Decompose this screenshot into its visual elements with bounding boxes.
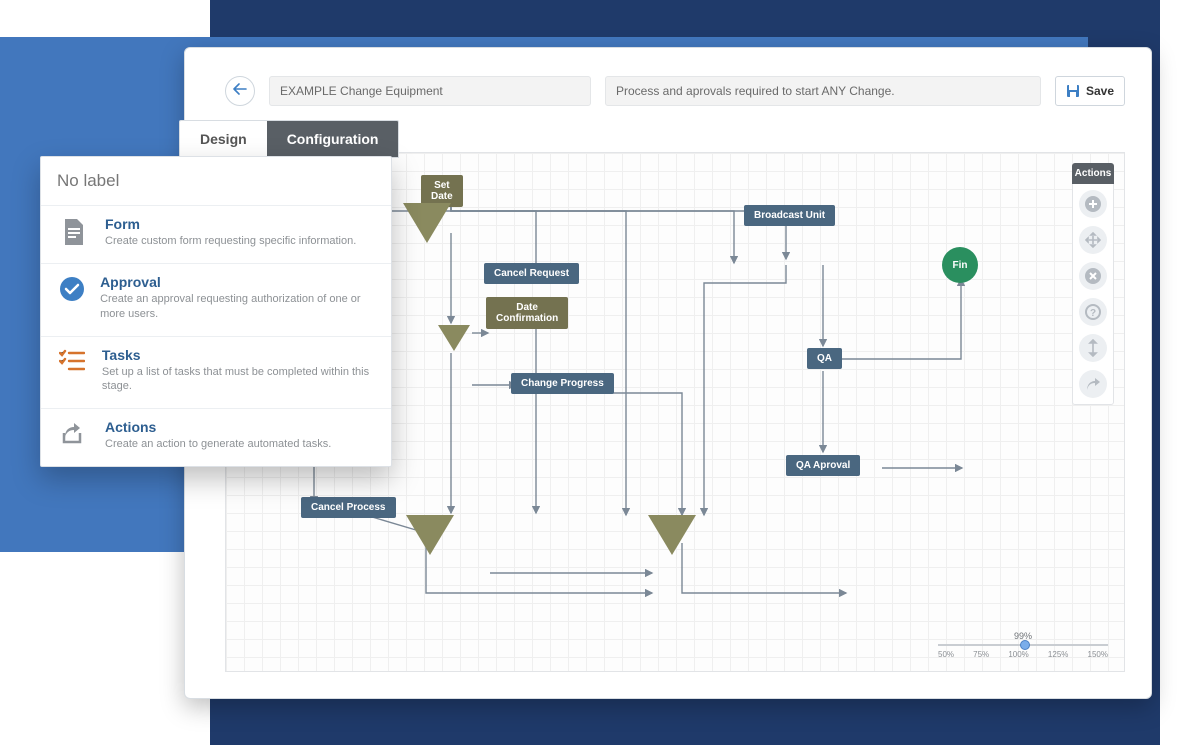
actions-panel-body: ? [1072, 184, 1114, 405]
svg-text:?: ? [1090, 308, 1096, 319]
action-resize-button[interactable] [1079, 334, 1107, 362]
popup-item-desc: Create an action to generate automated t… [105, 437, 331, 452]
zoom-label-75: 75% [973, 650, 989, 659]
popup-item-desc: Set up a list of tasks that must be comp… [102, 365, 375, 395]
configuration-popup: No label Form Create custom form request… [40, 156, 392, 467]
zoom-labels: 50% 75% 100% 125% 150% [938, 650, 1108, 659]
actions-panel-header: Actions [1072, 163, 1114, 184]
node-fin[interactable]: Fin [942, 247, 978, 283]
popup-item-title: Approval [100, 274, 375, 290]
question-icon: ? [1085, 304, 1101, 320]
popup-item-desc: Create an approval requesting authorizat… [100, 292, 375, 322]
tab-bar: Design Configuration [179, 120, 399, 158]
node-cancel-process[interactable]: Cancel Process [301, 497, 396, 518]
action-delete-button[interactable] [1079, 262, 1107, 290]
gateway-2[interactable] [438, 325, 470, 351]
action-move-button[interactable] [1079, 226, 1107, 254]
back-arrow-icon [233, 82, 247, 100]
toolbar: Save [225, 76, 1125, 106]
popup-item-form[interactable]: Form Create custom form requesting speci… [41, 205, 391, 263]
zoom-control[interactable]: 99% 50% 75% 100% 125% 150% [938, 631, 1108, 659]
action-share-button[interactable] [1079, 370, 1107, 398]
zoom-label-100: 100% [1008, 650, 1028, 659]
plus-circle-icon [1084, 195, 1102, 213]
node-broadcast-unit[interactable]: Broadcast Unit [744, 205, 835, 226]
popup-item-title: Tasks [102, 347, 375, 363]
zoom-label-125: 125% [1048, 650, 1068, 659]
zoom-track[interactable] [938, 644, 1108, 646]
zoom-label-150: 150% [1088, 650, 1108, 659]
redo-arrow-icon [1085, 377, 1101, 391]
document-icon [57, 216, 91, 249]
node-change-progress[interactable]: Change Progress [511, 373, 614, 394]
check-circle-icon [57, 274, 86, 322]
node-qa[interactable]: QA [807, 348, 842, 369]
popup-item-approval[interactable]: Approval Create an approval requesting a… [41, 263, 391, 336]
popup-item-tasks[interactable]: Tasks Set up a list of tasks that must b… [41, 336, 391, 409]
back-button[interactable] [225, 76, 255, 106]
node-cancel-request[interactable]: Cancel Request [484, 263, 579, 284]
move-icon [1085, 232, 1101, 248]
popup-item-title: Actions [105, 419, 331, 435]
x-circle-icon [1084, 267, 1102, 285]
node-date-confirmation[interactable]: Date Confirmation [486, 297, 568, 329]
save-icon [1066, 84, 1080, 98]
process-description-input[interactable] [605, 76, 1041, 106]
task-list-icon [57, 347, 88, 395]
actions-panel: Actions ? [1072, 163, 1114, 405]
process-title-input[interactable] [269, 76, 591, 106]
node-qa-aproval[interactable]: QA Aproval [786, 455, 860, 476]
save-button[interactable]: Save [1055, 76, 1125, 106]
popup-item-title: Form [105, 216, 356, 232]
gateway-3[interactable] [406, 515, 454, 555]
share-icon [57, 419, 91, 452]
save-label: Save [1086, 84, 1114, 98]
popup-item-actions[interactable]: Actions Create an action to generate aut… [41, 408, 391, 466]
tab-design[interactable]: Design [180, 121, 267, 157]
action-help-button[interactable]: ? [1079, 298, 1107, 326]
popup-title: No label [41, 157, 391, 205]
popup-item-desc: Create custom form requesting specific i… [105, 234, 356, 249]
resize-vertical-icon [1087, 339, 1099, 357]
action-add-button[interactable] [1079, 190, 1107, 218]
bg-shape-white [0, 552, 192, 745]
gateway-4[interactable] [648, 515, 696, 555]
zoom-thumb[interactable] [1020, 640, 1030, 650]
zoom-label-50: 50% [938, 650, 954, 659]
tab-configuration[interactable]: Configuration [267, 121, 399, 157]
gateway-1[interactable] [403, 203, 451, 243]
